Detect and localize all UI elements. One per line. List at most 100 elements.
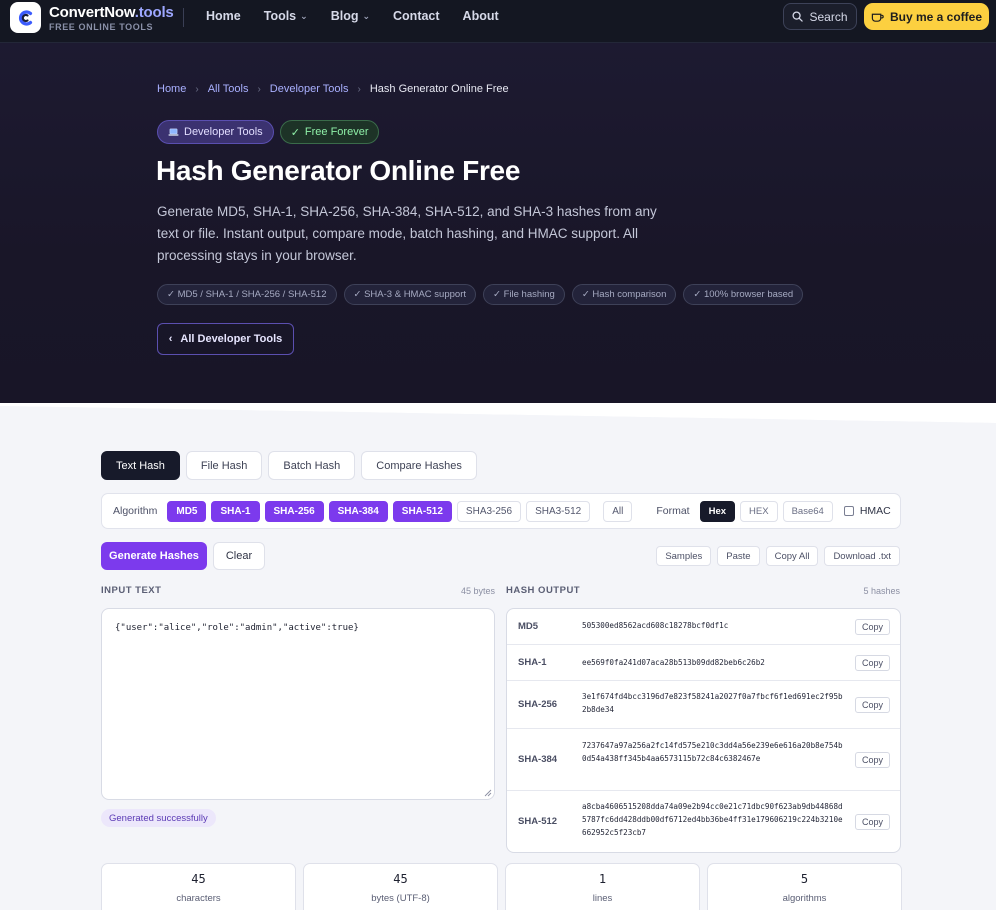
- hash-value[interactable]: a8cba4606515208dda74a09e2b94cc0e21c71dbc…: [582, 800, 844, 839]
- hash-value[interactable]: 3e1f674fd4bcc3196d7e823f58241a2027f0a7fb…: [582, 690, 844, 716]
- stats-row: 45 characters 45 bytes (UTF-8) 1 lines 5…: [101, 863, 902, 910]
- copy-button[interactable]: Copy: [854, 655, 890, 671]
- stat-value: 45: [393, 872, 408, 886]
- breadcrumb-home[interactable]: Home: [157, 83, 186, 95]
- hash-row-sha512: SHA-512 a8cba4606515208dda74a09e2b94cc0e…: [507, 791, 900, 852]
- copy-button[interactable]: Copy: [854, 619, 890, 635]
- nav-divider: [183, 8, 184, 27]
- breadcrumb-developer-tools[interactable]: Developer Tools: [270, 83, 349, 95]
- stat-label: lines: [592, 893, 613, 904]
- nav-link-tools[interactable]: Tools ⌄: [264, 9, 308, 23]
- buy-coffee-button[interactable]: Buy me a coffee: [864, 3, 989, 30]
- hmac-checkbox[interactable]: [843, 506, 854, 516]
- chevron-left-icon: ‹: [168, 333, 173, 345]
- hash-row-sha384: SHA-384 7237647a97a256a2fc14fd575e210c3d…: [507, 729, 900, 791]
- algo-toggle-md5[interactable]: MD5: [167, 500, 207, 522]
- all-developer-tools-button[interactable]: ‹ All Developer Tools: [157, 323, 294, 355]
- algo-toggle-sha384[interactable]: SHA-384: [328, 500, 388, 522]
- free-badge: ✓ Free Forever: [279, 120, 380, 144]
- nav-link-about[interactable]: About: [463, 9, 499, 23]
- chevron-right-icon: ›: [257, 83, 261, 95]
- tab-text-hash[interactable]: Text Hash: [101, 451, 180, 480]
- hero-slant-divider: [0, 403, 996, 433]
- hash-name: SHA-256: [518, 699, 558, 710]
- select-all-algorithms-button[interactable]: All: [603, 500, 633, 522]
- top-navbar: ConvertNow.tools FREE ONLINE TOOLS Home …: [0, 0, 996, 43]
- nav-link-contact[interactable]: Contact: [393, 9, 440, 23]
- paste-button[interactable]: Paste: [717, 546, 760, 566]
- coffee-label: Buy me a coffee: [889, 9, 983, 24]
- hmac-toggle[interactable]: HMAC: [843, 505, 891, 517]
- stat-card-bytes: 45 bytes (UTF-8): [303, 863, 498, 910]
- algo-toggle-sha3-512[interactable]: SHA3-512: [526, 500, 591, 522]
- hash-row-md5: MD5 505300ed8562acd608c18278bcf0df1c Cop…: [507, 609, 900, 645]
- hash-value[interactable]: 505300ed8562acd608c18278bcf0df1c: [582, 619, 844, 632]
- hash-output-panel: MD5 505300ed8562acd608c18278bcf0df1c Cop…: [506, 608, 901, 853]
- laptop-icon: [168, 128, 179, 136]
- algo-toggle-sha1[interactable]: SHA-1: [211, 500, 260, 522]
- clear-button[interactable]: Clear: [213, 542, 265, 570]
- search-button[interactable]: Search: [783, 3, 857, 30]
- page-description: Generate MD5, SHA-1, SHA-256, SHA-384, S…: [157, 204, 657, 263]
- breadcrumb-all-tools[interactable]: All Tools: [208, 83, 249, 95]
- input-byte-count: 45 bytes: [460, 586, 495, 596]
- copy-button[interactable]: Copy: [854, 752, 890, 768]
- tab-batch-hash[interactable]: Batch Hash: [268, 451, 356, 480]
- hash-value[interactable]: ee569f0fa241d07aca28b513b09dd82beb6c26b2: [582, 656, 844, 669]
- output-section-label: HASH OUTPUT: [506, 585, 581, 596]
- samples-button[interactable]: Samples: [656, 546, 712, 566]
- hash-name: SHA-1: [518, 657, 547, 668]
- check-icon: ✓: [290, 126, 300, 139]
- nav-link-blog[interactable]: Blog ⌄: [331, 9, 370, 23]
- stat-label: characters: [176, 893, 221, 904]
- stat-label: bytes (UTF-8): [371, 893, 430, 904]
- feature-chips: ✓ MD5 / SHA-1 / SHA-256 / SHA-512 ✓ SHA-…: [157, 284, 804, 305]
- hash-row-sha256: SHA-256 3e1f674fd4bcc3196d7e823f58241a20…: [507, 681, 900, 729]
- format-hex-lower[interactable]: Hex: [699, 500, 736, 522]
- generate-hashes-button[interactable]: Generate Hashes: [101, 542, 207, 570]
- hmac-label: HMAC: [859, 505, 891, 517]
- hash-value[interactable]: 7237647a97a256a2fc14fd575e210c3dd4a56e23…: [582, 739, 844, 765]
- logo-tagline: FREE ONLINE TOOLS: [49, 22, 154, 32]
- output-actions: Samples Paste Copy All Download .txt: [656, 546, 900, 566]
- breadcrumb-current: Hash Generator Online Free: [369, 83, 509, 95]
- algo-toggle-sha3-256[interactable]: SHA3-256: [456, 500, 522, 522]
- logo-name: ConvertNow: [49, 4, 135, 21]
- mode-tabs: Text Hash File Hash Batch Hash Compare H…: [101, 451, 477, 480]
- logo-icon[interactable]: [10, 2, 41, 33]
- chevron-right-icon: ›: [357, 83, 361, 95]
- input-textarea[interactable]: {"user":"alice","role":"admin","active":…: [101, 608, 495, 800]
- copy-all-button[interactable]: Copy All: [765, 546, 819, 566]
- free-badge-label: Free Forever: [304, 126, 369, 138]
- hash-row-sha1: SHA-1 ee569f0fa241d07aca28b513b09dd82beb…: [507, 645, 900, 681]
- nav-links: Home Tools ⌄ Blog ⌄ Contact About: [206, 9, 522, 23]
- hash-name: SHA-384: [518, 754, 558, 765]
- logo-wordmark[interactable]: ConvertNow.tools FREE ONLINE TOOLS: [49, 4, 174, 32]
- feature-chip: ✓ File hashing: [483, 284, 565, 305]
- nav-link-label: About: [462, 9, 499, 23]
- hash-name: SHA-512: [518, 816, 558, 827]
- chevron-right-icon: ›: [195, 83, 199, 95]
- format-base64[interactable]: Base64: [782, 500, 833, 522]
- format-hex-upper[interactable]: HEX: [740, 500, 778, 522]
- copy-button[interactable]: Copy: [854, 697, 890, 713]
- stat-label: algorithms: [782, 893, 827, 904]
- algo-toggle-sha512[interactable]: SHA-512: [392, 500, 452, 522]
- search-label: Search: [809, 9, 848, 24]
- category-badge-label: Developer Tools: [184, 126, 263, 138]
- nav-link-home[interactable]: Home: [206, 9, 241, 23]
- coffee-cup-icon: [871, 13, 884, 22]
- input-text-value: {"user":"alice","role":"admin","active":…: [115, 623, 359, 633]
- resize-handle-icon[interactable]: [484, 789, 492, 797]
- feature-chip: ✓ 100% browser based: [683, 284, 804, 305]
- algo-toggle-sha256[interactable]: SHA-256: [264, 500, 324, 522]
- category-badge[interactable]: Developer Tools: [157, 120, 274, 144]
- stat-card-lines: 1 lines: [505, 863, 700, 910]
- search-icon: [792, 11, 804, 22]
- copy-button[interactable]: Copy: [854, 814, 890, 830]
- tab-compare-hashes[interactable]: Compare Hashes: [361, 451, 477, 480]
- hero-badges: Developer Tools ✓ Free Forever: [157, 120, 380, 144]
- feature-chip: ✓ MD5 / SHA-1 / SHA-256 / SHA-512: [157, 284, 337, 305]
- download-txt-button[interactable]: Download .txt: [824, 546, 900, 566]
- tab-file-hash[interactable]: File Hash: [185, 451, 263, 480]
